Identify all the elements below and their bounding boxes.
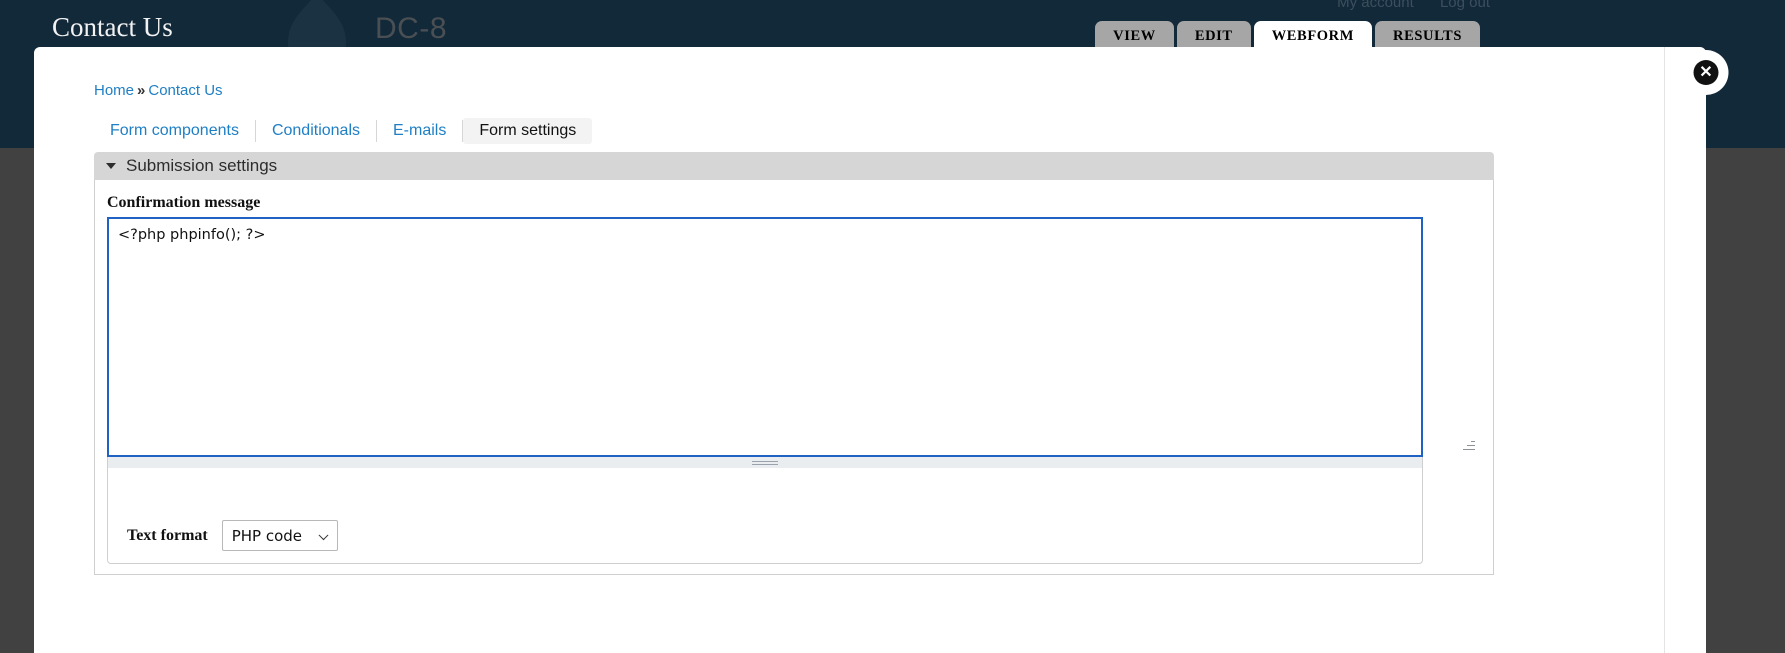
text-format-panel: Text format PHP code (107, 468, 1423, 564)
primary-tab-view[interactable]: VIEW (1095, 21, 1174, 50)
site-title: Contact Us (52, 12, 173, 42)
my-account-link[interactable]: My account (1337, 0, 1414, 11)
breadcrumb-home-link[interactable]: Home (94, 82, 134, 99)
primary-tab-edit[interactable]: EDIT (1176, 21, 1251, 50)
tab-conditionals[interactable]: Conditionals (256, 118, 376, 144)
user-links: My account Log out (1315, 0, 1490, 11)
confirmation-message-label: Confirmation message (107, 194, 261, 211)
breadcrumb: Home» Contact Us (94, 82, 223, 99)
close-button[interactable]: ✕ (1683, 50, 1729, 95)
breadcrumb-separator: » (137, 82, 146, 99)
fieldset-legend[interactable]: Submission settings (94, 152, 1494, 180)
text-format-select-wrap: PHP code (221, 520, 338, 551)
fieldset-body: Confirmation message Text format (94, 180, 1494, 575)
resize-grip-icon[interactable] (1462, 438, 1475, 451)
primary-tabs: VIEW EDIT WEBFORM RESULTS (1095, 20, 1480, 50)
confirmation-message-textarea[interactable] (107, 217, 1423, 457)
close-icon: ✕ (1693, 60, 1719, 85)
submission-settings-fieldset: Submission settings Confirmation message (94, 152, 1494, 575)
breadcrumb-current-link[interactable]: Contact Us (148, 82, 222, 99)
log-out-link[interactable]: Log out (1440, 0, 1490, 11)
triangle-down-icon (106, 163, 116, 169)
tab-emails[interactable]: E-mails (377, 118, 462, 144)
modal-dialog: Home» Contact Us Form components Conditio… (34, 47, 1729, 653)
primary-tab-webform[interactable]: WEBFORM (1253, 21, 1373, 50)
text-format-label: Text format (127, 526, 208, 544)
text-format-row: Text format PHP code (127, 520, 338, 551)
site-name: DC-8 (375, 12, 448, 45)
text-format-select[interactable]: PHP code (221, 520, 338, 551)
confirmation-editor-wrap (107, 217, 1481, 457)
tab-form-settings[interactable]: Form settings (463, 118, 593, 144)
modal-right-edge (1664, 47, 1665, 653)
primary-tab-results[interactable]: RESULTS (1375, 21, 1480, 50)
drag-handle-icon[interactable] (107, 457, 1423, 468)
secondary-tabs: Form components Conditionals E-mails For… (94, 117, 593, 145)
fieldset-legend-label: Submission settings (126, 156, 278, 175)
drag-handle-lines (752, 459, 778, 467)
tab-form-components[interactable]: Form components (94, 118, 255, 144)
